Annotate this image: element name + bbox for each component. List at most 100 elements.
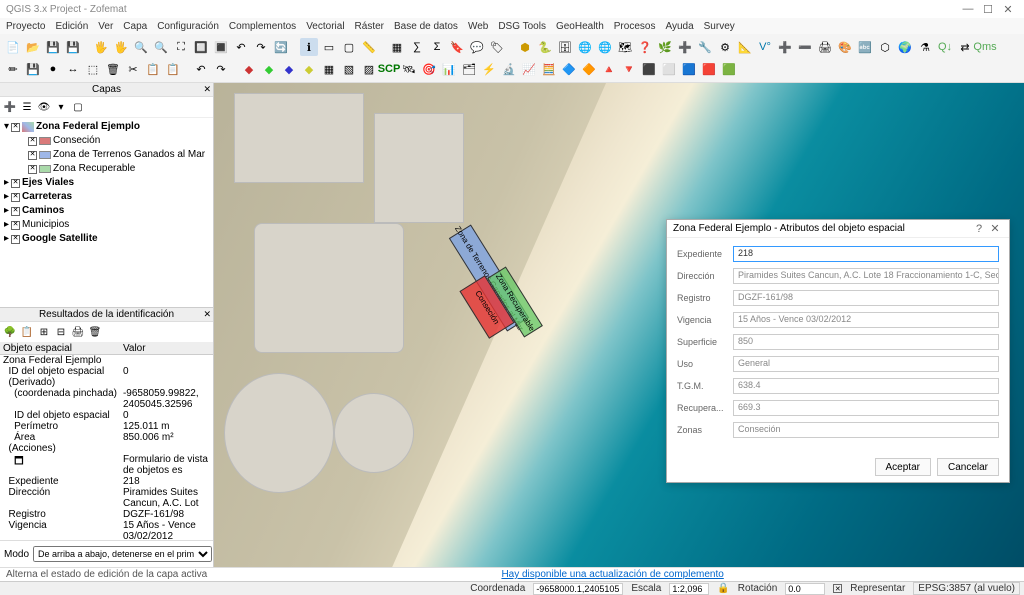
id-tool1-icon[interactable]: 🌳 xyxy=(2,324,18,340)
misc5-icon[interactable]: ⬛ xyxy=(640,60,658,78)
osm-icon[interactable]: 🗺 xyxy=(616,38,634,56)
scp8-icon[interactable]: 📈 xyxy=(520,60,538,78)
identify-row[interactable]: 🗖Formulario de vista de objetos es xyxy=(0,454,213,476)
layers-close-icon[interactable]: ✕ xyxy=(203,84,211,95)
menu-proyecto[interactable]: Proyecto xyxy=(6,21,45,32)
expand-icon[interactable]: 👁 xyxy=(36,99,52,115)
paste-icon[interactable]: 📋 xyxy=(164,60,182,78)
db-icon[interactable]: 🗄 xyxy=(556,38,574,56)
layer-item[interactable]: Zona de Terrenos Ganados al Mar xyxy=(53,148,205,162)
tool-a-icon[interactable]: 🔧 xyxy=(696,38,714,56)
identify-row[interactable]: RegistroDGZF-161/98 xyxy=(0,509,213,520)
menu-base de datos[interactable]: Base de datos xyxy=(394,21,458,32)
identify-row[interactable]: (coordenada pinchada)-9658059.99822, 240… xyxy=(0,388,213,410)
zoom-out-icon[interactable]: 🔍 xyxy=(152,38,170,56)
cut-icon[interactable]: ✂ xyxy=(124,60,142,78)
identify-close-icon[interactable]: ✕ xyxy=(203,309,211,320)
lock-icon[interactable]: 🔒 xyxy=(717,583,729,594)
coord-input[interactable] xyxy=(533,583,623,595)
edit-toggle-icon[interactable]: ✏ xyxy=(4,60,22,78)
layer-item[interactable]: Caminos xyxy=(22,204,64,218)
field-input[interactable]: Piramides Suites Cancun, A.C. Lote 18 Fr… xyxy=(733,268,999,284)
cancel-button[interactable]: Cancelar xyxy=(937,458,999,476)
layer-item[interactable]: Conseción xyxy=(53,134,100,148)
crs-button[interactable]: EPSG:3857 (al vuelo) xyxy=(913,582,1020,595)
field-input[interactable]: 669.3 xyxy=(733,400,999,416)
map-canvas[interactable]: Zona de Terrenos Ganados al Mar Conseció… xyxy=(214,83,1024,567)
scp5-icon[interactable]: 🗂 xyxy=(460,60,478,78)
dsg1-icon[interactable]: ◆ xyxy=(240,60,258,78)
close-button[interactable]: ✕ xyxy=(998,3,1018,16)
deselect-icon[interactable]: ▢ xyxy=(340,38,358,56)
misc4-icon[interactable]: 🔻 xyxy=(620,60,638,78)
python-icon[interactable]: 🐍 xyxy=(536,38,554,56)
refresh-icon[interactable]: 🔄 xyxy=(272,38,290,56)
measure-icon[interactable]: 📏 xyxy=(360,38,378,56)
identify-row[interactable]: Zona Federal Ejemplo xyxy=(0,355,213,367)
mode-select[interactable]: De arriba a abajo, detenerse en el prim xyxy=(33,546,212,562)
stats-icon[interactable]: Σ xyxy=(428,38,446,56)
layer-group[interactable]: Zona Federal Ejemplo xyxy=(36,120,140,134)
rotation-input[interactable] xyxy=(785,583,825,595)
misc1-icon[interactable]: 🔷 xyxy=(560,60,578,78)
new-icon[interactable]: 📄 xyxy=(4,38,22,56)
zoom-in-icon[interactable]: 🔍 xyxy=(132,38,150,56)
scp-icon[interactable]: SCP xyxy=(380,60,398,78)
field-calc-icon[interactable]: ∑ xyxy=(408,38,426,56)
help-icon[interactable]: ❓ xyxy=(636,38,654,56)
dsg7-icon[interactable]: ▨ xyxy=(360,60,378,78)
menu-procesos[interactable]: Procesos xyxy=(614,21,656,32)
copy-icon[interactable]: 📋 xyxy=(144,60,162,78)
add-group-icon[interactable]: ➕ xyxy=(2,99,18,115)
tips-icon[interactable]: 💬 xyxy=(468,38,486,56)
misc7-icon[interactable]: 🟦 xyxy=(680,60,698,78)
zoom-sel-icon[interactable]: 🔳 xyxy=(212,38,230,56)
layers-tree[interactable]: ▾Zona Federal Ejemplo ConseciónZona de T… xyxy=(0,118,213,307)
plugin-icon[interactable]: ⬢ xyxy=(516,38,534,56)
field-input[interactable]: 638.4 xyxy=(733,378,999,394)
scp6-icon[interactable]: ⚡ xyxy=(480,60,498,78)
dialog-close-icon[interactable]: ✕ xyxy=(987,222,1003,235)
field-input[interactable]: 218 xyxy=(733,246,999,262)
health-icon[interactable]: ➕ xyxy=(676,38,694,56)
field-input[interactable]: 15 Años - Vence 03/02/2012 xyxy=(733,312,999,328)
redo-icon[interactable]: ↷ xyxy=(212,60,230,78)
tool-c-icon[interactable]: 📐 xyxy=(736,38,754,56)
scp7-icon[interactable]: 🔬 xyxy=(500,60,518,78)
layer-item[interactable]: Carreteras xyxy=(22,190,72,204)
zoom-full-icon[interactable]: ⛶ xyxy=(172,38,190,56)
node-tool-icon[interactable]: ⬚ xyxy=(84,60,102,78)
proc-icon[interactable]: ⚗ xyxy=(916,38,934,56)
identify-row[interactable]: ID del objeto espacial0 xyxy=(0,366,213,377)
id-tool3-icon[interactable]: ⊞ xyxy=(36,324,52,340)
menu-vectorial[interactable]: Vectorial xyxy=(306,21,344,32)
identify-row[interactable]: Perímetro125.011 m xyxy=(0,421,213,432)
identify-row[interactable]: Vigencia15 Años - Vence 03/02/2012 xyxy=(0,520,213,540)
id-tool4-icon[interactable]: ⊟ xyxy=(53,324,69,340)
scp9-icon[interactable]: 🧮 xyxy=(540,60,558,78)
misc9-icon[interactable]: 🟩 xyxy=(720,60,738,78)
select-icon[interactable]: ▭ xyxy=(320,38,338,56)
bookmark-icon[interactable]: 🔖 xyxy=(448,38,466,56)
id-tool5-icon[interactable]: 🖨 xyxy=(70,324,86,340)
maximize-button[interactable]: ☐ xyxy=(978,3,998,16)
pan-select-icon[interactable]: 🖐 xyxy=(112,38,130,56)
identify-row[interactable]: Expediente218 xyxy=(0,476,213,487)
menu-capa[interactable]: Capa xyxy=(123,21,147,32)
scp2-icon[interactable]: 🛰 xyxy=(400,60,418,78)
composer-icon[interactable]: 🖨 xyxy=(816,38,834,56)
layer-remove-icon[interactable]: ➖ xyxy=(796,38,814,56)
move-feature-icon[interactable]: ↔ xyxy=(64,60,82,78)
layer-add-icon[interactable]: ➕ xyxy=(776,38,794,56)
menu-complementos[interactable]: Complementos xyxy=(229,21,296,32)
field-input[interactable]: Conseción xyxy=(733,422,999,438)
menu-geohealth[interactable]: GeoHealth xyxy=(556,21,604,32)
identify-row[interactable]: ID del objeto espacial0 xyxy=(0,410,213,421)
q2-icon[interactable]: ⇄ xyxy=(956,38,974,56)
geom-icon[interactable]: ⬡ xyxy=(876,38,894,56)
dsg5-icon[interactable]: ▦ xyxy=(320,60,338,78)
identify-row[interactable]: (Derivado) xyxy=(0,377,213,388)
filter-icon[interactable]: ☰ xyxy=(19,99,35,115)
dsg3-icon[interactable]: ◆ xyxy=(280,60,298,78)
layer-item[interactable]: Municipios xyxy=(22,218,69,232)
